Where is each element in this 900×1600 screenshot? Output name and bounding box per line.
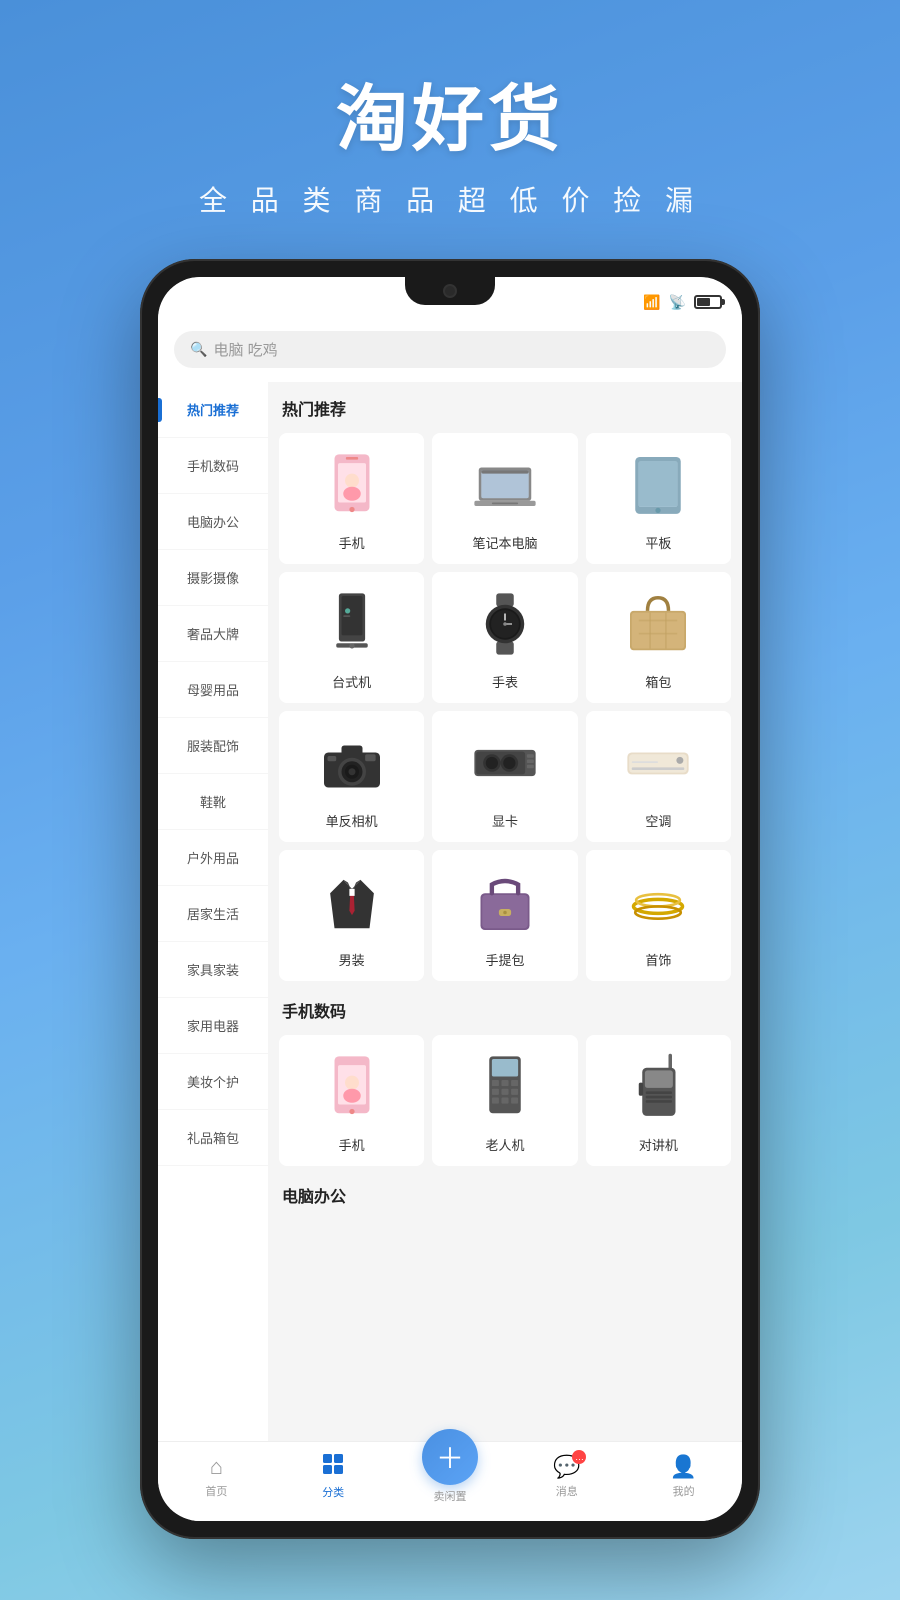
product-name-gpu: 显卡 <box>492 811 518 830</box>
section-header-mobile: 手机数码 <box>268 984 742 1032</box>
signal-icon: 📶 <box>643 294 660 311</box>
product-handbag[interactable]: 手提包 <box>432 850 577 981</box>
product-grid-mobile: 手机 <box>268 1032 742 1169</box>
sidebar-item-appliance[interactable]: 家用电器 <box>158 998 268 1054</box>
nav-sell[interactable]: ＋ 卖闲置 <box>392 1449 509 1504</box>
grid-icon <box>322 1453 344 1481</box>
product-image-tablet <box>618 445 698 525</box>
product-image-suit <box>312 862 392 942</box>
product-image-luggage <box>618 584 698 664</box>
nav-home[interactable]: ⌂ 首页 <box>158 1454 275 1499</box>
product-camera[interactable]: 单反相机 <box>279 711 424 842</box>
product-name-tablet: 平板 <box>645 533 671 552</box>
product-name-suit: 男装 <box>339 950 365 969</box>
sidebar-item-home[interactable]: 居家生活 <box>158 886 268 942</box>
product-name-ac: 空调 <box>645 811 671 830</box>
product-watch[interactable]: 手表 <box>432 572 577 703</box>
main-content: 热门推荐 手机数码 电脑办公 摄影摄像 奢品大牌 母婴用品 服装配饰 鞋靴 户外… <box>158 382 742 1441</box>
product-name-walkie-talkie: 对讲机 <box>639 1135 678 1154</box>
sidebar-item-furniture[interactable]: 家具家装 <box>158 942 268 998</box>
phone-notch <box>405 277 495 305</box>
home-icon: ⌂ <box>210 1454 223 1480</box>
sidebar-item-beauty[interactable]: 美妆个护 <box>158 1054 268 1110</box>
status-icons: 📶 📡 <box>643 294 722 311</box>
sidebar-item-shoes[interactable]: 鞋靴 <box>158 774 268 830</box>
user-icon: 👤 <box>670 1454 697 1480</box>
wifi-icon: 📡 <box>669 294 686 311</box>
bottom-nav: ⌂ 首页 分类 ＋ 卖闲置 � <box>158 1441 742 1521</box>
sidebar: 热门推荐 手机数码 电脑办公 摄影摄像 奢品大牌 母婴用品 服装配饰 鞋靴 户外… <box>158 382 268 1441</box>
message-badge: … <box>572 1450 586 1464</box>
product-name-jewelry: 首饰 <box>645 950 671 969</box>
chat-icon: 💬 … <box>553 1454 580 1480</box>
search-bar-area: 🔍 电脑 吃鸡 <box>158 321 742 382</box>
product-luggage[interactable]: 箱包 <box>586 572 731 703</box>
sidebar-item-photo[interactable]: 摄影摄像 <box>158 550 268 606</box>
product-name-phone: 手机 <box>339 533 365 552</box>
phone-mockup: 📶 📡 🔍 电脑 吃鸡 热门推荐 手机数码 电脑办公 摄影摄像 奢品大牌 <box>140 259 760 1539</box>
app-title: 淘好货 <box>0 60 900 165</box>
product-image-phone <box>312 445 392 525</box>
nav-home-label: 首页 <box>205 1483 227 1499</box>
sidebar-item-baby[interactable]: 母婴用品 <box>158 662 268 718</box>
product-ac[interactable]: 空调 <box>586 711 731 842</box>
search-icon: 🔍 <box>190 341 207 358</box>
product-grid-hot: 手机 <box>268 430 742 984</box>
product-name-watch: 手表 <box>492 672 518 691</box>
nav-profile[interactable]: 👤 我的 <box>625 1454 742 1499</box>
product-image-walkie-talkie <box>618 1047 698 1127</box>
search-input[interactable]: 电脑 吃鸡 <box>213 339 277 360</box>
product-name-phone2: 手机 <box>339 1135 365 1154</box>
search-bar[interactable]: 🔍 电脑 吃鸡 <box>174 331 726 368</box>
product-name-handbag: 手提包 <box>485 950 524 969</box>
product-phone2[interactable]: 手机 <box>279 1035 424 1166</box>
app-subtitle: 全 品 类 商 品 超 低 价 捡 漏 <box>0 179 900 219</box>
sidebar-item-outdoor[interactable]: 户外用品 <box>158 830 268 886</box>
product-elder-phone[interactable]: 老人机 <box>432 1035 577 1166</box>
section-header-hot: 热门推荐 <box>268 382 742 430</box>
product-name-elder-phone: 老人机 <box>485 1135 524 1154</box>
product-name-luggage: 箱包 <box>645 672 671 691</box>
sidebar-item-clothing[interactable]: 服装配饰 <box>158 718 268 774</box>
product-gpu[interactable]: 显卡 <box>432 711 577 842</box>
product-image-elder-phone <box>465 1047 545 1127</box>
product-laptop[interactable]: 笔记本电脑 <box>432 433 577 564</box>
content-area: 热门推荐 <box>268 382 742 1441</box>
product-image-laptop <box>465 445 545 525</box>
notch-camera <box>443 284 457 298</box>
product-desktop[interactable]: 台式机 <box>279 572 424 703</box>
header-area: 淘好货 全 品 类 商 品 超 低 价 捡 漏 <box>0 0 900 249</box>
sidebar-item-computer[interactable]: 电脑办公 <box>158 494 268 550</box>
product-image-desktop <box>312 584 392 664</box>
product-image-handbag <box>465 862 545 942</box>
sell-fab-button[interactable]: ＋ <box>422 1429 478 1485</box>
product-image-phone2 <box>312 1047 392 1127</box>
product-name-laptop: 笔记本电脑 <box>472 533 537 552</box>
product-image-watch <box>465 584 545 664</box>
phone-screen: 📶 📡 🔍 电脑 吃鸡 热门推荐 手机数码 电脑办公 摄影摄像 奢品大牌 <box>158 277 742 1521</box>
product-image-ac <box>618 723 698 803</box>
sidebar-item-hot[interactable]: 热门推荐 <box>158 382 268 438</box>
nav-sell-label: 卖闲置 <box>433 1488 466 1504</box>
product-name-camera: 单反相机 <box>326 811 378 830</box>
nav-message-label: 消息 <box>556 1483 578 1499</box>
sidebar-item-mobile[interactable]: 手机数码 <box>158 438 268 494</box>
nav-message[interactable]: 💬 … 消息 <box>508 1454 625 1499</box>
nav-category[interactable]: 分类 <box>275 1453 392 1500</box>
product-suit[interactable]: 男装 <box>279 850 424 981</box>
nav-category-label: 分类 <box>322 1484 344 1500</box>
product-walkie-talkie[interactable]: 对讲机 <box>586 1035 731 1166</box>
battery-icon <box>694 295 722 309</box>
product-name-desktop: 台式机 <box>332 672 371 691</box>
sidebar-item-gift[interactable]: 礼品箱包 <box>158 1110 268 1166</box>
product-phone[interactable]: 手机 <box>279 433 424 564</box>
product-image-camera <box>312 723 392 803</box>
sidebar-item-luxury[interactable]: 奢品大牌 <box>158 606 268 662</box>
nav-profile-label: 我的 <box>673 1483 695 1499</box>
product-tablet[interactable]: 平板 <box>586 433 731 564</box>
section-header-computer: 电脑办公 <box>268 1169 742 1217</box>
product-jewelry[interactable]: 首饰 <box>586 850 731 981</box>
product-image-jewelry <box>618 862 698 942</box>
product-image-gpu <box>465 723 545 803</box>
